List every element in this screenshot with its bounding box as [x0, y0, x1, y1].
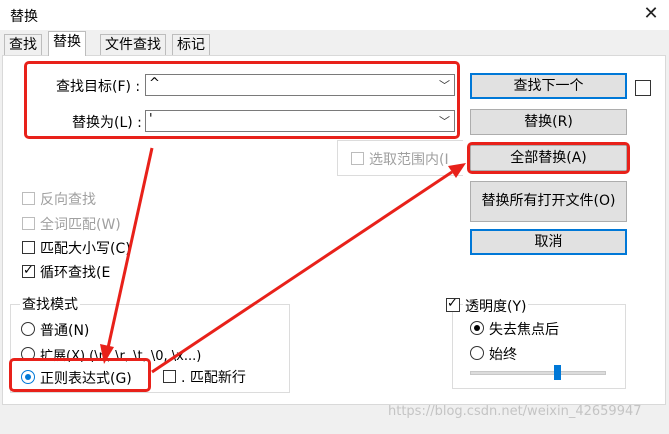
arrowhead-icon	[448, 163, 466, 178]
annotation-arrows	[100, 147, 466, 374]
arrowhead-icon	[100, 344, 114, 364]
arrow-to-regex	[106, 147, 154, 349]
arrow-to-replace-all	[151, 170, 453, 374]
tab-replace[interactable]: 替换	[48, 31, 86, 56]
watermark: https://blog.csdn.net/weixin_42659947	[388, 404, 642, 419]
